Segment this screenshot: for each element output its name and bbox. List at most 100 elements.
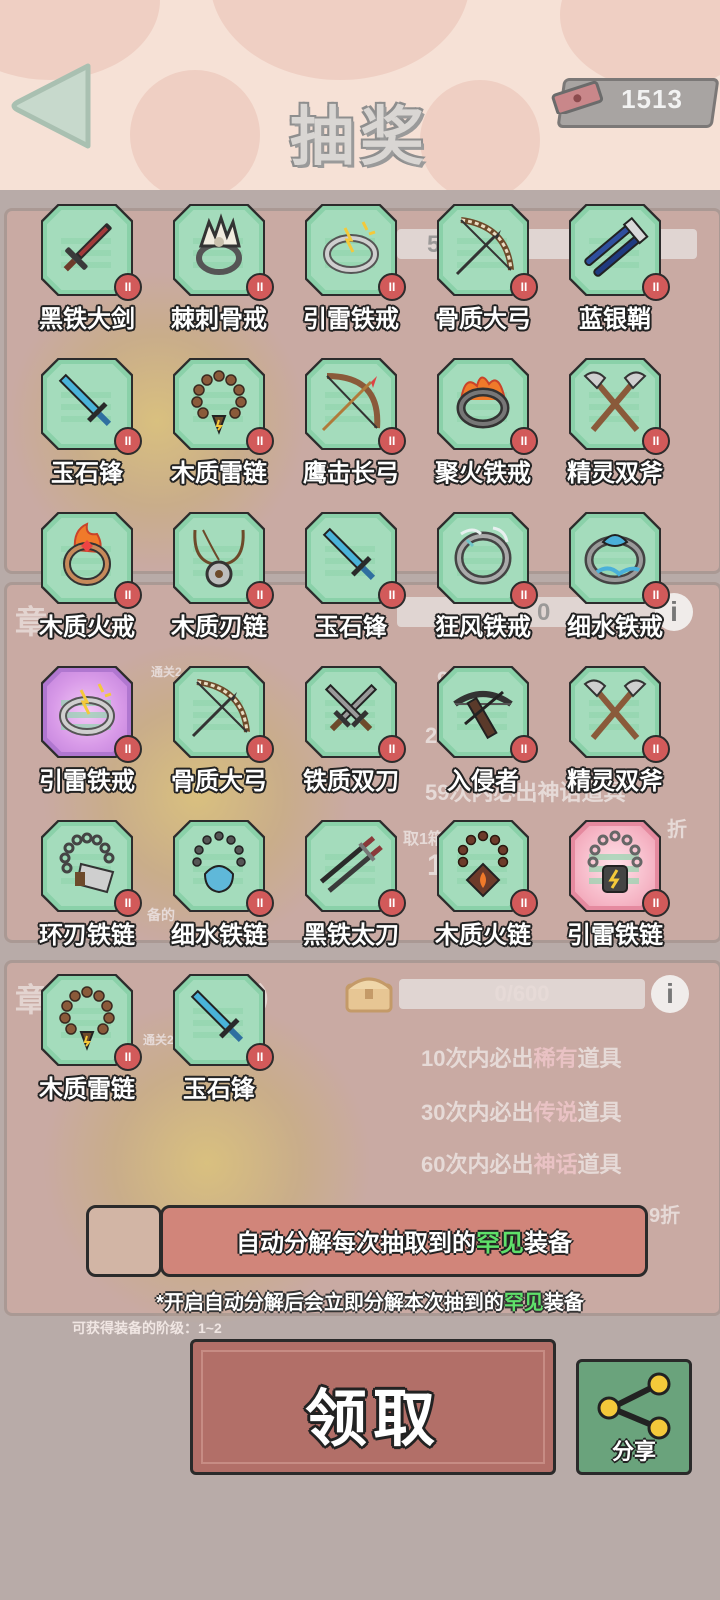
item-name: 引雷铁链 [567, 922, 663, 949]
reward-item[interactable]: II 引雷铁链 [548, 812, 682, 952]
bead-necklace-icon [59, 986, 115, 1051]
reward-item[interactable]: II 木质刃链 [152, 504, 286, 644]
guarantee-line: 10次内必出稀有道具 [421, 1046, 622, 1071]
reward-item[interactable]: II 木质雷链 [152, 350, 286, 490]
tier-badge: II [642, 889, 670, 917]
item-name: 玉石锋 [51, 460, 123, 487]
saw-necklace-icon [193, 529, 245, 588]
lightning-ring-icon [323, 221, 379, 274]
lightning-chain-icon [587, 830, 643, 893]
discount-badge: 9折 [649, 1205, 681, 1227]
reward-item[interactable]: II 铁质双刀 [284, 658, 418, 798]
tier-badge: II [510, 735, 538, 763]
bg-blob [560, 0, 720, 90]
tier-badge: II [642, 273, 670, 301]
share-icon [597, 1372, 671, 1440]
tier-badge: II [246, 273, 274, 301]
bg-blob [210, 0, 470, 80]
reward-item[interactable]: II 精灵双斧 [548, 350, 682, 490]
item-name: 蓝银鞘 [579, 306, 651, 333]
item-name: 引雷铁戒 [39, 768, 135, 795]
blade-chain-icon [59, 832, 115, 894]
item-name: 精灵双斧 [567, 768, 663, 795]
jade-sword-icon [190, 989, 244, 1043]
reward-item[interactable]: II 玉石锋 [284, 504, 418, 644]
tier-badge: II [114, 1043, 142, 1071]
tier-badge: II [510, 581, 538, 609]
reward-item[interactable]: II 精灵双斧 [548, 658, 682, 798]
share-button[interactable]: 分享 [576, 1359, 692, 1475]
tier-badge: II [114, 273, 142, 301]
tier-badge: II [642, 735, 670, 763]
tier-badge: II [378, 581, 406, 609]
info-icon[interactable]: i [651, 975, 689, 1013]
twin-axes-icon [583, 371, 647, 432]
item-name: 木质雷链 [171, 460, 267, 487]
reward-item[interactable]: II 环刃铁链 [20, 812, 154, 952]
tier-badge: II [378, 735, 406, 763]
guarantee-line: 30次内必出传说道具 [421, 1100, 622, 1125]
reward-item[interactable]: II 木质火戒 [20, 504, 154, 644]
auto-dismantle-label-box[interactable]: 自动分解每次抽取到的罕见装备 [160, 1205, 648, 1277]
auto-dismantle-checkbox[interactable] [86, 1205, 162, 1277]
longbow-icon [321, 373, 381, 432]
reward-item[interactable]: II 黑铁太刀 [284, 812, 418, 952]
progress-value: 0/600 [494, 981, 550, 1006]
reward-item[interactable]: II 入侵者 [416, 658, 550, 798]
tier-badge: II [642, 581, 670, 609]
tier-badge: II [246, 581, 274, 609]
item-name: 玉石锋 [183, 1076, 255, 1103]
item-name: 环刃铁链 [39, 922, 135, 949]
tier-badge: II [114, 427, 142, 455]
reward-item[interactable]: II 骨质大弓 [416, 196, 550, 336]
jade-sword-icon [322, 527, 376, 581]
jade-sword-icon [58, 373, 112, 427]
lightning-ring-icon [59, 683, 115, 736]
tier-badge: II [114, 581, 142, 609]
item-name: 铁质双刀 [303, 768, 399, 795]
black-sword-icon [63, 223, 112, 272]
blue-katana-icon [584, 216, 649, 277]
bead-necklace-icon [191, 370, 247, 435]
item-name: 精灵双斧 [567, 460, 663, 487]
chest-icon [345, 977, 393, 1013]
fire-ring-icon [456, 376, 510, 429]
reward-item[interactable]: II 玉石锋 [152, 966, 286, 1106]
item-name: 聚火铁戒 [435, 460, 531, 487]
crossbow-icon [453, 690, 513, 740]
tier-badge: II [510, 427, 538, 455]
item-name: 细水铁链 [171, 922, 267, 949]
reward-item[interactable]: II 玉石锋 [20, 350, 154, 490]
reward-item[interactable]: II 细水铁链 [152, 812, 286, 952]
tier-badge: II [246, 1043, 274, 1071]
fire-necklace-icon [457, 830, 509, 898]
tier-badge: II [246, 427, 274, 455]
reward-item[interactable]: II 蓝银鞘 [548, 196, 682, 336]
reward-item[interactable]: II 聚火铁戒 [416, 350, 550, 490]
tier-badge: II [114, 889, 142, 917]
reward-item[interactable]: II 木质雷链 [20, 966, 154, 1106]
reward-item[interactable]: II 狂风铁戒 [416, 504, 550, 644]
reward-item[interactable]: II 鹰击长弓 [284, 350, 418, 490]
tier-badge: II [510, 273, 538, 301]
item-name: 黑铁大剑 [39, 306, 135, 333]
reward-item[interactable]: II 木质火链 [416, 812, 550, 952]
bone-ring-icon [196, 213, 242, 275]
reward-item[interactable]: II 引雷铁戒 [284, 196, 418, 336]
reward-item[interactable]: II 引雷铁戒 [20, 658, 154, 798]
item-name: 玉石锋 [315, 614, 387, 641]
reward-item[interactable]: II 黑铁大剑 [20, 196, 154, 336]
item-name: 狂风铁戒 [435, 614, 531, 641]
tier-badge: II [378, 889, 406, 917]
ticket-icon [551, 80, 604, 114]
tier-badge: II [246, 889, 274, 917]
item-name: 骨质大弓 [435, 306, 531, 333]
item-name: 引雷铁戒 [303, 306, 399, 333]
reward-item[interactable]: II 棘刺骨戒 [152, 196, 286, 336]
guarantee-line: 60次内必出神话道具 [421, 1152, 622, 1177]
reward-item[interactable]: II 骨质大弓 [152, 658, 286, 798]
tier-badge: II [114, 735, 142, 763]
reward-item[interactable]: II 细水铁戒 [548, 504, 682, 644]
claim-button[interactable]: 领取 [190, 1339, 556, 1475]
auto-dismantle-label: 自动分解每次抽取到的罕见装备 [236, 1230, 572, 1257]
